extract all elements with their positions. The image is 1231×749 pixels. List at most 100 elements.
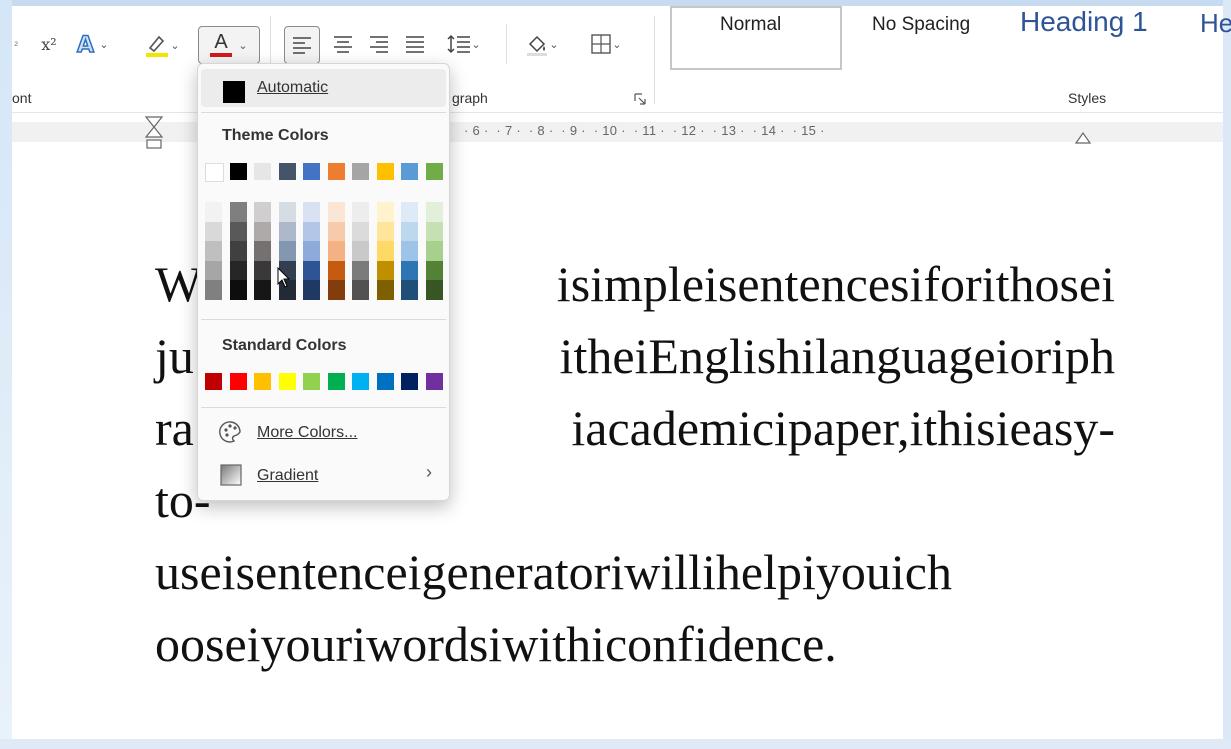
shading-button[interactable]: ⌄ xyxy=(518,26,566,62)
subscript-button[interactable]: ₂ xyxy=(14,36,18,48)
theme-shade-swatch[interactable] xyxy=(425,221,443,241)
theme-shade-swatch[interactable] xyxy=(229,202,247,222)
theme-shade-swatch[interactable] xyxy=(425,280,443,300)
theme-shade-swatch[interactable] xyxy=(303,280,320,300)
theme-shade-swatch[interactable] xyxy=(425,260,443,280)
theme-shade-swatch[interactable] xyxy=(327,260,345,280)
highlight-color-button[interactable]: ⌄ xyxy=(140,30,184,60)
theme-shade-swatch[interactable] xyxy=(327,280,345,300)
theme-color-swatch[interactable] xyxy=(401,163,418,180)
standard-color-swatch[interactable] xyxy=(327,373,345,390)
theme-shade-swatch[interactable] xyxy=(376,260,394,280)
theme-shade-swatch[interactable] xyxy=(278,221,296,241)
paragraph-dialog-launcher[interactable] xyxy=(634,92,646,105)
theme-shade-swatch[interactable] xyxy=(425,202,443,222)
theme-shade-swatch[interactable] xyxy=(278,241,296,261)
style-heading-2-partial[interactable]: He xyxy=(1200,8,1231,39)
text-effects-button[interactable]: A ⌄ xyxy=(72,30,112,58)
standard-color-swatch[interactable] xyxy=(229,373,247,390)
theme-shade-swatch[interactable] xyxy=(205,260,222,280)
theme-shade-swatch[interactable] xyxy=(205,241,222,261)
theme-shade-swatch[interactable] xyxy=(327,202,345,222)
theme-shade-swatch[interactable] xyxy=(327,241,345,261)
align-center-button[interactable] xyxy=(328,26,358,62)
superscript-button[interactable]: x² xyxy=(36,32,62,56)
align-center-icon xyxy=(334,36,352,53)
standard-color-swatch[interactable] xyxy=(254,373,271,390)
theme-shade-swatch[interactable] xyxy=(352,241,369,261)
theme-shade-swatch[interactable] xyxy=(254,221,271,241)
theme-shade-swatch[interactable] xyxy=(401,280,418,300)
theme-shade-swatch[interactable] xyxy=(229,241,247,261)
chevron-down-icon: ⌄ xyxy=(612,38,622,51)
theme-shade-swatch[interactable] xyxy=(376,280,394,300)
theme-shade-swatch[interactable] xyxy=(229,221,247,241)
theme-color-swatch[interactable] xyxy=(205,163,224,182)
theme-shade-swatch[interactable] xyxy=(303,221,320,241)
indent-marker-icon[interactable] xyxy=(144,115,164,151)
theme-color-swatch[interactable] xyxy=(352,163,369,180)
standard-color-swatch[interactable] xyxy=(401,373,418,390)
style-normal[interactable]: Normal xyxy=(670,6,842,70)
theme-shade-swatch[interactable] xyxy=(376,221,394,241)
borders-button[interactable]: ⌄ xyxy=(582,26,630,62)
theme-shade-swatch[interactable] xyxy=(205,202,222,222)
theme-shade-swatch[interactable] xyxy=(352,202,369,222)
standard-color-swatch[interactable] xyxy=(303,373,320,390)
theme-shade-swatch[interactable] xyxy=(401,221,418,241)
standard-color-swatch[interactable] xyxy=(205,373,222,390)
font-color-button[interactable]: A ⌄ xyxy=(198,26,260,64)
theme-shade-swatch[interactable] xyxy=(205,221,222,241)
align-left-icon xyxy=(293,37,311,54)
gradient-item[interactable]: Gradient xyxy=(201,457,446,493)
document-page[interactable]: W isimpleisentencesiforithosei ju itheiE… xyxy=(12,150,1223,739)
more-colors-item[interactable]: More Colors... xyxy=(201,414,446,450)
line-spacing-button[interactable]: ⌄ xyxy=(440,26,488,62)
standard-color-swatch[interactable] xyxy=(278,373,296,390)
right-indent-marker-icon[interactable] xyxy=(1074,129,1092,145)
theme-color-swatch[interactable] xyxy=(376,163,394,180)
theme-color-swatch[interactable] xyxy=(229,163,247,180)
theme-color-swatch[interactable] xyxy=(327,163,345,180)
theme-shade-swatch[interactable] xyxy=(425,241,443,261)
theme-shade-swatch[interactable] xyxy=(254,202,271,222)
align-left-button[interactable] xyxy=(284,26,320,64)
theme-shade-swatch[interactable] xyxy=(254,241,271,261)
theme-shade-swatch[interactable] xyxy=(205,280,222,300)
theme-shade-swatch[interactable] xyxy=(327,221,345,241)
theme-shade-swatch[interactable] xyxy=(376,202,394,222)
dialog-launcher-icon xyxy=(634,93,646,105)
standard-color-swatch[interactable] xyxy=(376,373,394,390)
standard-color-swatch[interactable] xyxy=(425,373,443,390)
justify-button[interactable] xyxy=(400,26,430,62)
theme-shade-swatch[interactable] xyxy=(401,202,418,222)
theme-shade-swatch[interactable] xyxy=(352,280,369,300)
justify-icon xyxy=(406,36,424,53)
style-no-spacing[interactable]: No Spacing xyxy=(872,14,970,36)
theme-shade-swatch[interactable] xyxy=(401,241,418,261)
text-line-start: ra xyxy=(155,400,194,456)
theme-shade-swatch[interactable] xyxy=(229,260,247,280)
theme-shade-swatch[interactable] xyxy=(254,260,271,280)
theme-color-swatch[interactable] xyxy=(254,163,271,180)
theme-shade-swatch[interactable] xyxy=(254,280,271,300)
theme-shade-swatch[interactable] xyxy=(278,202,296,222)
theme-shade-swatch[interactable] xyxy=(303,202,320,222)
theme-shade-swatch[interactable] xyxy=(229,280,247,300)
theme-shade-swatch[interactable] xyxy=(352,260,369,280)
theme-color-swatch[interactable] xyxy=(425,163,443,180)
chevron-down-icon: ⌄ xyxy=(549,38,559,51)
text-line: ooseiyouriwordsiwithiconfidence. xyxy=(155,616,837,672)
align-right-button[interactable] xyxy=(364,26,394,62)
style-heading-1[interactable]: Heading 1 xyxy=(1020,6,1148,38)
theme-shade-swatch[interactable] xyxy=(303,260,320,280)
theme-shade-swatch[interactable] xyxy=(303,241,320,261)
theme-shade-swatch[interactable] xyxy=(352,221,369,241)
theme-shade-swatch[interactable] xyxy=(376,241,394,261)
theme-color-swatch[interactable] xyxy=(278,163,296,180)
theme-color-swatch[interactable] xyxy=(303,163,320,180)
horizontal-ruler[interactable]: · 6 · · 7 · · 8 · · 9 · · 10 · · 11 · · … xyxy=(12,112,1223,151)
theme-shade-swatch[interactable] xyxy=(401,260,418,280)
standard-color-swatch[interactable] xyxy=(352,373,369,390)
automatic-color-item[interactable]: Automatic xyxy=(201,69,446,107)
